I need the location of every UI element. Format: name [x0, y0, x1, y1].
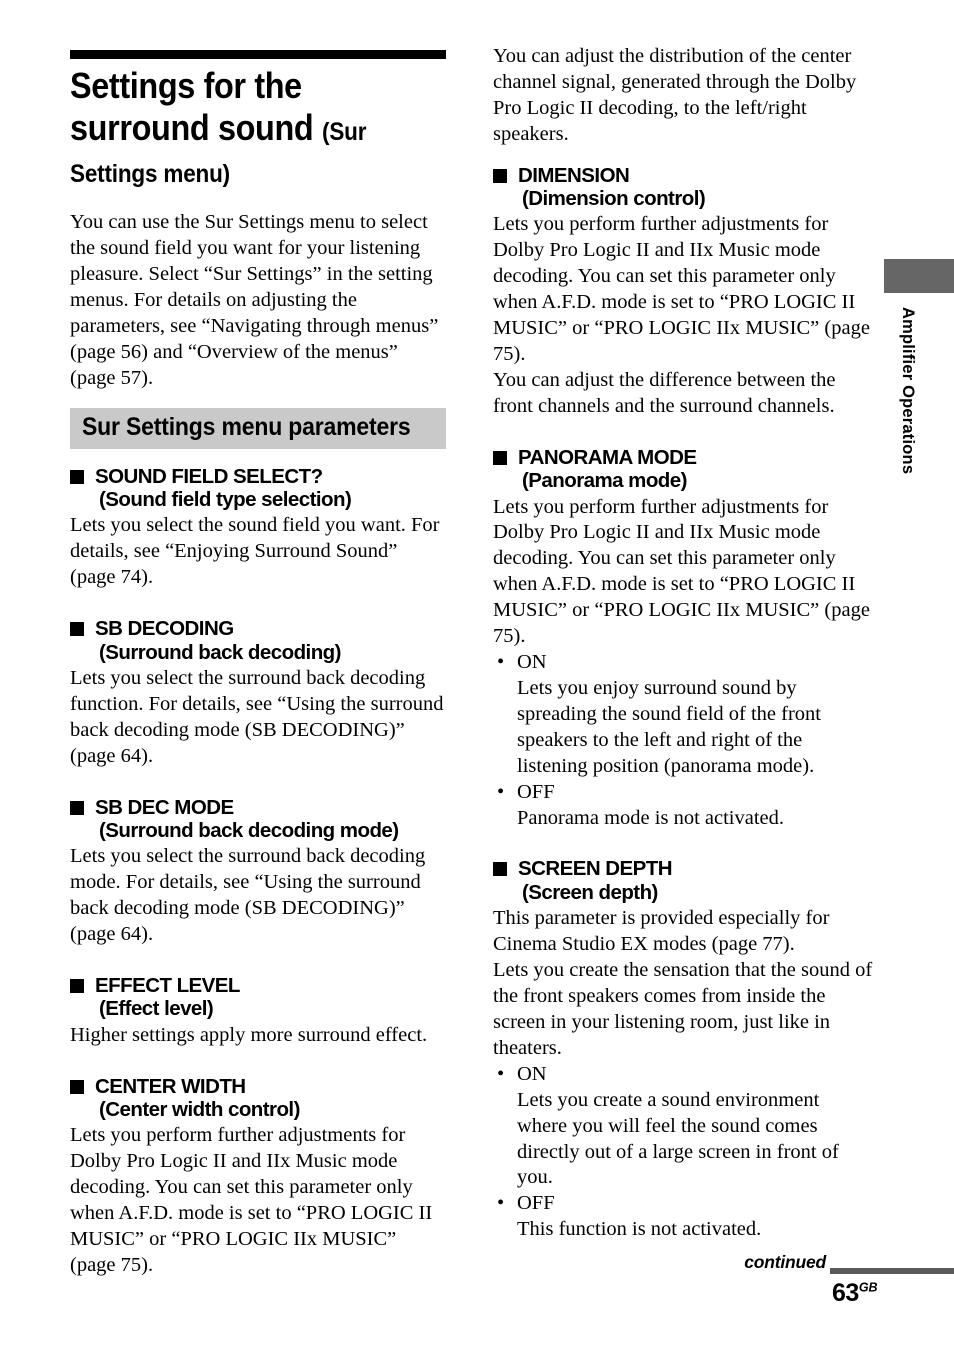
- parameter-description: Lets you perform further adjustments for…: [493, 495, 870, 648]
- parameter-name-translation: (Center width control): [99, 1098, 300, 1121]
- bullet-dot-icon: •: [497, 1192, 505, 1215]
- parameter-heading: SB DECODING (Surround back decoding): [70, 617, 446, 664]
- parameter-heading: SCREEN DEPTH (Screen depth): [493, 857, 873, 904]
- option-item: • OFF This function is not activated.: [493, 1191, 873, 1243]
- parameter-entry: EFFECT LEVEL (Effect level) Higher setti…: [70, 974, 446, 1049]
- square-bullet-icon: [70, 979, 84, 993]
- option-name: ON: [517, 1062, 547, 1085]
- page-footer: continued 63GB: [0, 1252, 954, 1352]
- parameter-name: SOUND FIELD SELECT?: [95, 464, 323, 488]
- parameter-entry: SOUND FIELD SELECT? (Sound field type se…: [70, 465, 446, 591]
- square-bullet-icon: [493, 450, 507, 465]
- parameter-description: This parameter is provided especially fo…: [493, 907, 830, 956]
- square-bullet-icon: [70, 469, 84, 484]
- parameter-name: SB DECODING: [95, 617, 234, 641]
- parameter-heading: CENTER WIDTH (Center width control): [70, 1075, 446, 1122]
- parameter-entry: SB DECODING (Surround back decoding) Let…: [70, 617, 446, 769]
- section-bar: Sur Settings menu parameters: [70, 407, 446, 449]
- section-bar-label: Sur Settings menu parameters: [82, 412, 411, 441]
- page-region-suffix: GB: [858, 1280, 878, 1295]
- parameter-description: Higher settings apply more surround effe…: [70, 1023, 428, 1046]
- option-name: OFF: [517, 1192, 555, 1215]
- parameter-name: DIMENSION: [518, 163, 630, 187]
- page-number: 63GB: [832, 1279, 878, 1308]
- parameter-heading: SB DEC MODE (Surround back decoding mode…: [70, 796, 446, 843]
- square-bullet-icon: [493, 862, 507, 877]
- parameter-entry: DIMENSION (Dimension control) Lets you p…: [493, 164, 873, 420]
- parameter-name: SB DEC MODE: [95, 795, 234, 819]
- parameter-heading: PANORAMA MODE (Panorama mode): [493, 446, 873, 493]
- page-number-value: 63: [832, 1279, 859, 1307]
- parameter-heading: EFFECT LEVEL (Effect level): [70, 974, 446, 1021]
- manual-page: Settings for the surround sound (Sur Set…: [0, 0, 954, 1352]
- intro-paragraph: You can use the Sur Settings menu to sel…: [70, 211, 439, 389]
- page-title: Settings for the surround sound (Sur Set…: [70, 65, 446, 190]
- parameter-name-translation: (Sound field type selection): [99, 488, 352, 512]
- parameter-name-translation: (Surround back decoding): [99, 640, 341, 664]
- option-item: • ON Lets you create a sound environment …: [493, 1062, 873, 1192]
- continuation-paragraph: You can adjust the distribution of the c…: [493, 45, 857, 145]
- parameter-name-translation: (Panorama mode): [522, 469, 687, 493]
- option-item: • ON Lets you enjoy surround sound by spr…: [493, 650, 873, 780]
- parameter-name: EFFECT LEVEL: [95, 974, 240, 997]
- bullet-dot-icon: •: [497, 780, 505, 803]
- parameter-entry: CENTER WIDTH (Center width control) Lets…: [70, 1075, 446, 1279]
- bullet-dot-icon: •: [497, 651, 505, 674]
- option-name: OFF: [517, 780, 555, 803]
- parameter-heading: DIMENSION (Dimension control): [493, 164, 873, 211]
- parameter-entry: SCREEN DEPTH (Screen depth) This paramet…: [493, 857, 873, 1243]
- title-top-rule: [70, 50, 446, 59]
- square-bullet-icon: [70, 622, 84, 637]
- parameter-name-translation: (Dimension control): [522, 187, 706, 211]
- left-column: Settings for the surround sound (Sur Set…: [70, 44, 446, 1305]
- side-tab-marker: [884, 259, 954, 293]
- side-tab-label: Amplifier Operations: [899, 307, 917, 475]
- option-description: Lets you enjoy surround sound by spreadi…: [517, 676, 822, 777]
- parameter-entry: SB DEC MODE (Surround back decoding mode…: [70, 796, 446, 948]
- parameter-description: Lets you create the sensation that the s…: [493, 959, 873, 1059]
- footer-rule: [830, 1268, 954, 1274]
- option-list: • ON Lets you enjoy surround sound by spr…: [493, 650, 873, 831]
- bullet-dot-icon: •: [497, 1062, 505, 1085]
- parameter-description: You can adjust the difference between th…: [493, 368, 836, 417]
- parameter-name: CENTER WIDTH: [95, 1074, 246, 1098]
- parameter-name: SCREEN DEPTH: [518, 857, 673, 881]
- option-description: Lets you create a sound environment wher…: [517, 1088, 839, 1189]
- parameter-description: Lets you select the surround back decodi…: [70, 666, 444, 767]
- option-item: • OFF Panorama mode is not activated.: [493, 780, 873, 832]
- option-description: This function is not activated.: [517, 1218, 762, 1241]
- right-column: You can adjust the distribution of the c…: [493, 44, 873, 1269]
- side-tab: Amplifier Operations: [884, 259, 954, 474]
- parameter-name: PANORAMA MODE: [518, 445, 697, 469]
- square-bullet-icon: [70, 1079, 84, 1094]
- parameter-entry: PANORAMA MODE (Panorama mode) Lets you p…: [493, 446, 873, 832]
- parameter-heading: SOUND FIELD SELECT? (Sound field type se…: [70, 465, 446, 512]
- option-name: ON: [517, 651, 547, 674]
- parameter-description: Lets you perform further adjustments for…: [493, 213, 870, 366]
- continued-label: continued: [744, 1252, 826, 1272]
- page-title-main: Settings for the surround sound: [70, 65, 314, 148]
- parameter-description: Lets you select the surround back decodi…: [70, 845, 426, 946]
- parameter-description: Lets you select the sound field you want…: [70, 514, 440, 589]
- parameter-name-translation: (Screen depth): [522, 880, 658, 904]
- square-bullet-icon: [493, 168, 507, 183]
- parameter-name-translation: (Effect level): [99, 997, 214, 1021]
- square-bullet-icon: [70, 800, 84, 815]
- option-description: Panorama mode is not activated.: [517, 806, 784, 829]
- option-list: • ON Lets you create a sound environment …: [493, 1062, 873, 1243]
- parameter-name-translation: (Surround back decoding mode): [99, 818, 399, 842]
